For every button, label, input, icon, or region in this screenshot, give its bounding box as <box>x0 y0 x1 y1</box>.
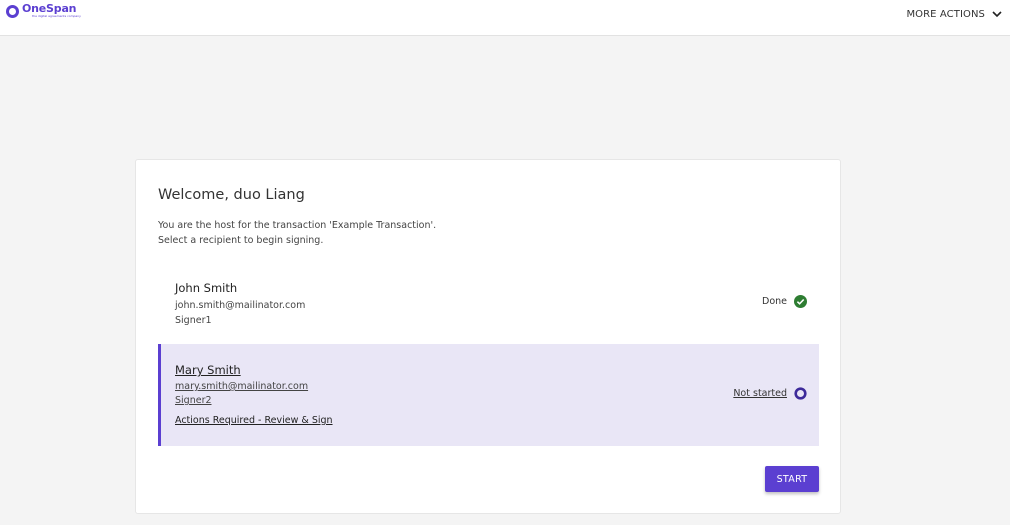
top-bar: OneSpan the digital agreements company M… <box>0 0 1010 36</box>
recipient-role[interactable]: Signer2 <box>175 395 212 406</box>
onespan-logo-icon <box>6 5 19 18</box>
recipient-email: john.smith@mailinator.com <box>175 300 306 311</box>
logo-tagline: the digital agreements company <box>32 14 81 18</box>
recipient-status: Done <box>762 295 807 308</box>
status-label[interactable]: Not started <box>733 388 787 399</box>
recipient-name[interactable]: Mary Smith <box>175 363 241 377</box>
recipient-name: John Smith <box>175 281 238 295</box>
recipient-email[interactable]: mary.smith@mailinator.com <box>175 381 308 392</box>
more-actions-label: MORE ACTIONS <box>906 8 985 20</box>
more-actions-menu[interactable]: MORE ACTIONS <box>906 4 1002 24</box>
intro-line-1: You are the host for the transaction 'Ex… <box>158 220 437 231</box>
welcome-heading: Welcome, duo Liang <box>158 187 305 203</box>
start-button[interactable]: START <box>765 466 819 492</box>
chevron-down-icon <box>992 10 1002 18</box>
intro-line-2: Select a recipient to begin signing. <box>158 235 324 246</box>
actions-required-link[interactable]: Actions Required - Review & Sign <box>175 415 333 426</box>
recipient-row-john-smith[interactable]: John Smith john.smith@mailinator.com Sig… <box>158 270 819 334</box>
recipient-status[interactable]: Not started <box>733 387 807 400</box>
recipient-row-mary-smith[interactable]: Mary Smith mary.smith@mailinator.com Sig… <box>158 344 819 446</box>
intro-text: You are the host for the transaction 'Ex… <box>158 218 436 248</box>
logo-name: OneSpan <box>22 2 77 15</box>
signing-card: Welcome, duo Liang You are the host for … <box>135 159 841 514</box>
check-circle-icon <box>794 295 807 308</box>
empty-circle-icon <box>794 387 807 400</box>
recipient-role: Signer1 <box>175 315 212 326</box>
onespan-logo[interactable]: OneSpan the digital agreements company <box>6 3 81 23</box>
status-label: Done <box>762 296 787 307</box>
